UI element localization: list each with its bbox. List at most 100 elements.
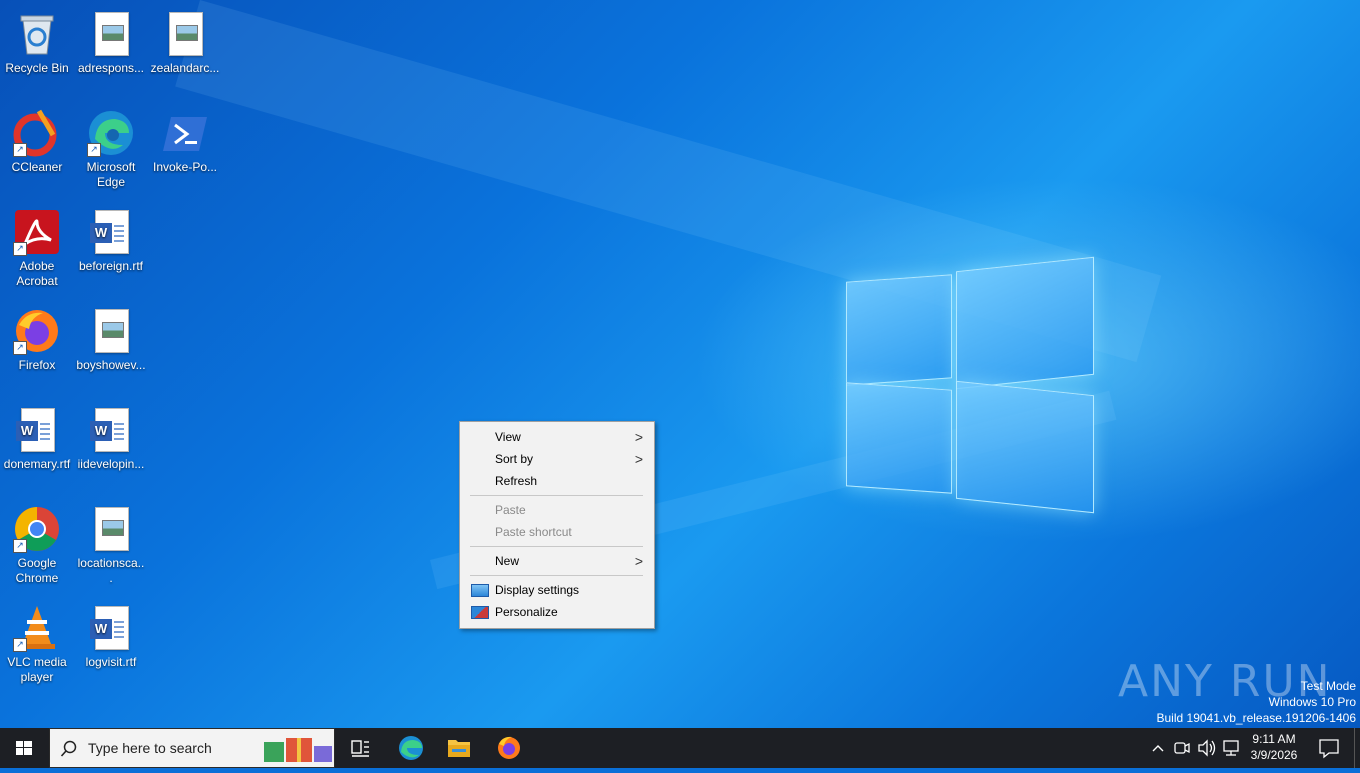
logo-pane-tr: [956, 256, 1094, 390]
desktop-icon-microsoft-edge[interactable]: ↗ Microsoft Edge: [74, 105, 148, 190]
word-document-icon: W: [87, 604, 135, 652]
taskbar-firefox-button[interactable]: [487, 728, 531, 768]
desktop-icon-invoke-po[interactable]: Invoke-Po...: [148, 105, 222, 175]
menu-item-label: New: [495, 554, 520, 568]
desktop-icon-logvisit[interactable]: W logvisit.rtf: [74, 600, 148, 670]
taskbar-clock[interactable]: 9:11 AM 3/9/2026: [1236, 731, 1312, 763]
show-hidden-icons-button[interactable]: [1148, 728, 1168, 768]
acrobat-icon: ↗: [13, 208, 61, 256]
menu-item-label: View: [495, 430, 521, 444]
desktop-icon-locationsca[interactable]: locationsca...: [74, 501, 148, 586]
icon-label: zealandarc...: [150, 61, 220, 75]
shortcut-arrow-icon: ↗: [13, 143, 27, 157]
desktop-icon-adobe-acrobat[interactable]: ↗ Adobe Acrobat: [0, 204, 74, 289]
menu-separator: [470, 575, 643, 576]
word-document-icon: W: [87, 208, 135, 256]
image-file-icon: [87, 307, 135, 355]
start-button[interactable]: [0, 728, 48, 768]
icon-label: iidevelopin...: [77, 457, 145, 471]
icon-label: logvisit.rtf: [85, 655, 137, 669]
shortcut-arrow-icon: ↗: [13, 242, 27, 256]
logo-pane-br: [956, 380, 1094, 514]
desktop-icon-iidevelopin[interactable]: W iidevelopin...: [74, 402, 148, 472]
image-file-icon: [87, 505, 135, 553]
menu-item-personalize[interactable]: Personalize: [461, 601, 653, 623]
task-view-button[interactable]: [338, 728, 382, 768]
logo-pane-bl: [846, 382, 952, 494]
menu-item-sort-by[interactable]: Sort by >: [461, 448, 653, 470]
menu-item-label: Paste: [495, 503, 526, 517]
icon-label: Recycle Bin: [5, 61, 69, 75]
chevron-up-icon: [1152, 745, 1164, 752]
test-mode-watermark: Test Mode Windows 10 Pro Build 19041.vb_…: [1157, 678, 1357, 726]
edition-text: Windows 10 Pro: [1268, 695, 1356, 709]
image-file-icon: [161, 10, 209, 58]
chrome-icon: ↗: [13, 505, 61, 553]
menu-item-new[interactable]: New >: [461, 550, 653, 572]
recycle-bin-icon: [13, 10, 61, 58]
clock-date: 3/9/2026: [1250, 748, 1298, 762]
menu-item-label: Paste shortcut: [495, 525, 572, 539]
firefox-icon: ↗: [13, 307, 61, 355]
firefox-icon: [498, 736, 520, 759]
gift-boxes-icon: [264, 738, 332, 762]
shortcut-arrow-icon: ↗: [13, 638, 27, 652]
menu-item-refresh[interactable]: Refresh: [461, 470, 653, 492]
menu-item-label: Refresh: [495, 474, 538, 488]
taskbar-file-explorer-button[interactable]: [437, 728, 481, 768]
menu-item-display-settings[interactable]: Display settings: [461, 579, 653, 601]
menu-item-label: Personalize: [495, 605, 558, 619]
menu-item-view[interactable]: View >: [461, 426, 653, 448]
powershell-icon: [161, 109, 209, 157]
shortcut-arrow-icon: ↗: [87, 143, 101, 157]
windows-start-icon: [16, 741, 32, 755]
desktop-icon-google-chrome[interactable]: ↗ Google Chrome: [0, 501, 74, 586]
menu-separator: [470, 546, 643, 547]
vlc-cone-icon: ↗: [13, 604, 61, 652]
action-center-button[interactable]: [1314, 728, 1344, 768]
personalize-icon: [471, 606, 489, 619]
windows-logo: [846, 256, 1094, 514]
desktop-icon-adrespons[interactable]: adrespons...: [74, 6, 148, 76]
image-file-icon: [87, 10, 135, 58]
shortcut-arrow-icon: ↗: [13, 341, 27, 355]
taskbar-search-box[interactable]: Type here to search: [49, 728, 335, 768]
icon-label: Adobe Acrobat: [16, 259, 58, 288]
speaker-icon: [1198, 739, 1216, 757]
menu-item-label: Display settings: [495, 583, 580, 597]
desktop-icon-beforeign[interactable]: W beforeign.rtf: [74, 204, 148, 274]
menu-item-paste-shortcut: Paste shortcut: [461, 521, 653, 543]
desktop-icon-donemary[interactable]: W donemary.rtf: [0, 402, 74, 472]
desktop-icon-zealandarc[interactable]: zealandarc...: [148, 6, 222, 76]
icon-label: VLC media player: [7, 655, 67, 684]
search-placeholder: Type here to search: [88, 740, 212, 756]
menu-item-paste: Paste: [461, 499, 653, 521]
search-icon: [60, 740, 77, 757]
taskbar-edge-button[interactable]: [389, 728, 433, 768]
desktop[interactable]: Recycle Bin ↗ CCleaner ↗ Adobe Acrobat ↗…: [0, 0, 1360, 728]
ccleaner-icon: ↗: [13, 109, 61, 157]
word-document-icon: W: [87, 406, 135, 454]
show-desktop-button[interactable]: [1354, 728, 1360, 768]
logo-pane-tl: [846, 274, 952, 386]
folder-icon: [448, 740, 470, 757]
edge-icon: [399, 736, 423, 760]
icon-label: boyshowev...: [76, 358, 146, 372]
build-text: Build 19041.vb_release.191206-1406: [1156, 711, 1357, 725]
desktop-icon-boyshowev[interactable]: boyshowev...: [74, 303, 148, 373]
icon-label: donemary.rtf: [3, 457, 71, 471]
desktop-icon-vlc[interactable]: ↗ VLC media player: [0, 600, 74, 685]
chevron-right-icon: >: [634, 429, 643, 445]
desktop-icon-recycle-bin[interactable]: Recycle Bin: [0, 6, 74, 76]
icon-label: CCleaner: [11, 160, 63, 174]
icon-label: Invoke-Po...: [152, 160, 218, 174]
desktop-context-menu: View > Sort by > Refresh Paste Paste sho…: [459, 421, 655, 629]
tray-meet-now-button[interactable]: [1172, 728, 1192, 768]
chevron-right-icon: >: [634, 553, 643, 569]
desktop-icon-firefox[interactable]: ↗ Firefox: [0, 303, 74, 373]
icon-label: adrespons...: [77, 61, 145, 75]
tray-volume-button[interactable]: [1196, 728, 1218, 768]
taskbar: Type here to search 9:11 AM 3/9/2026: [0, 728, 1360, 768]
desktop-icon-ccleaner[interactable]: ↗ CCleaner: [0, 105, 74, 175]
chevron-right-icon: >: [634, 451, 643, 467]
